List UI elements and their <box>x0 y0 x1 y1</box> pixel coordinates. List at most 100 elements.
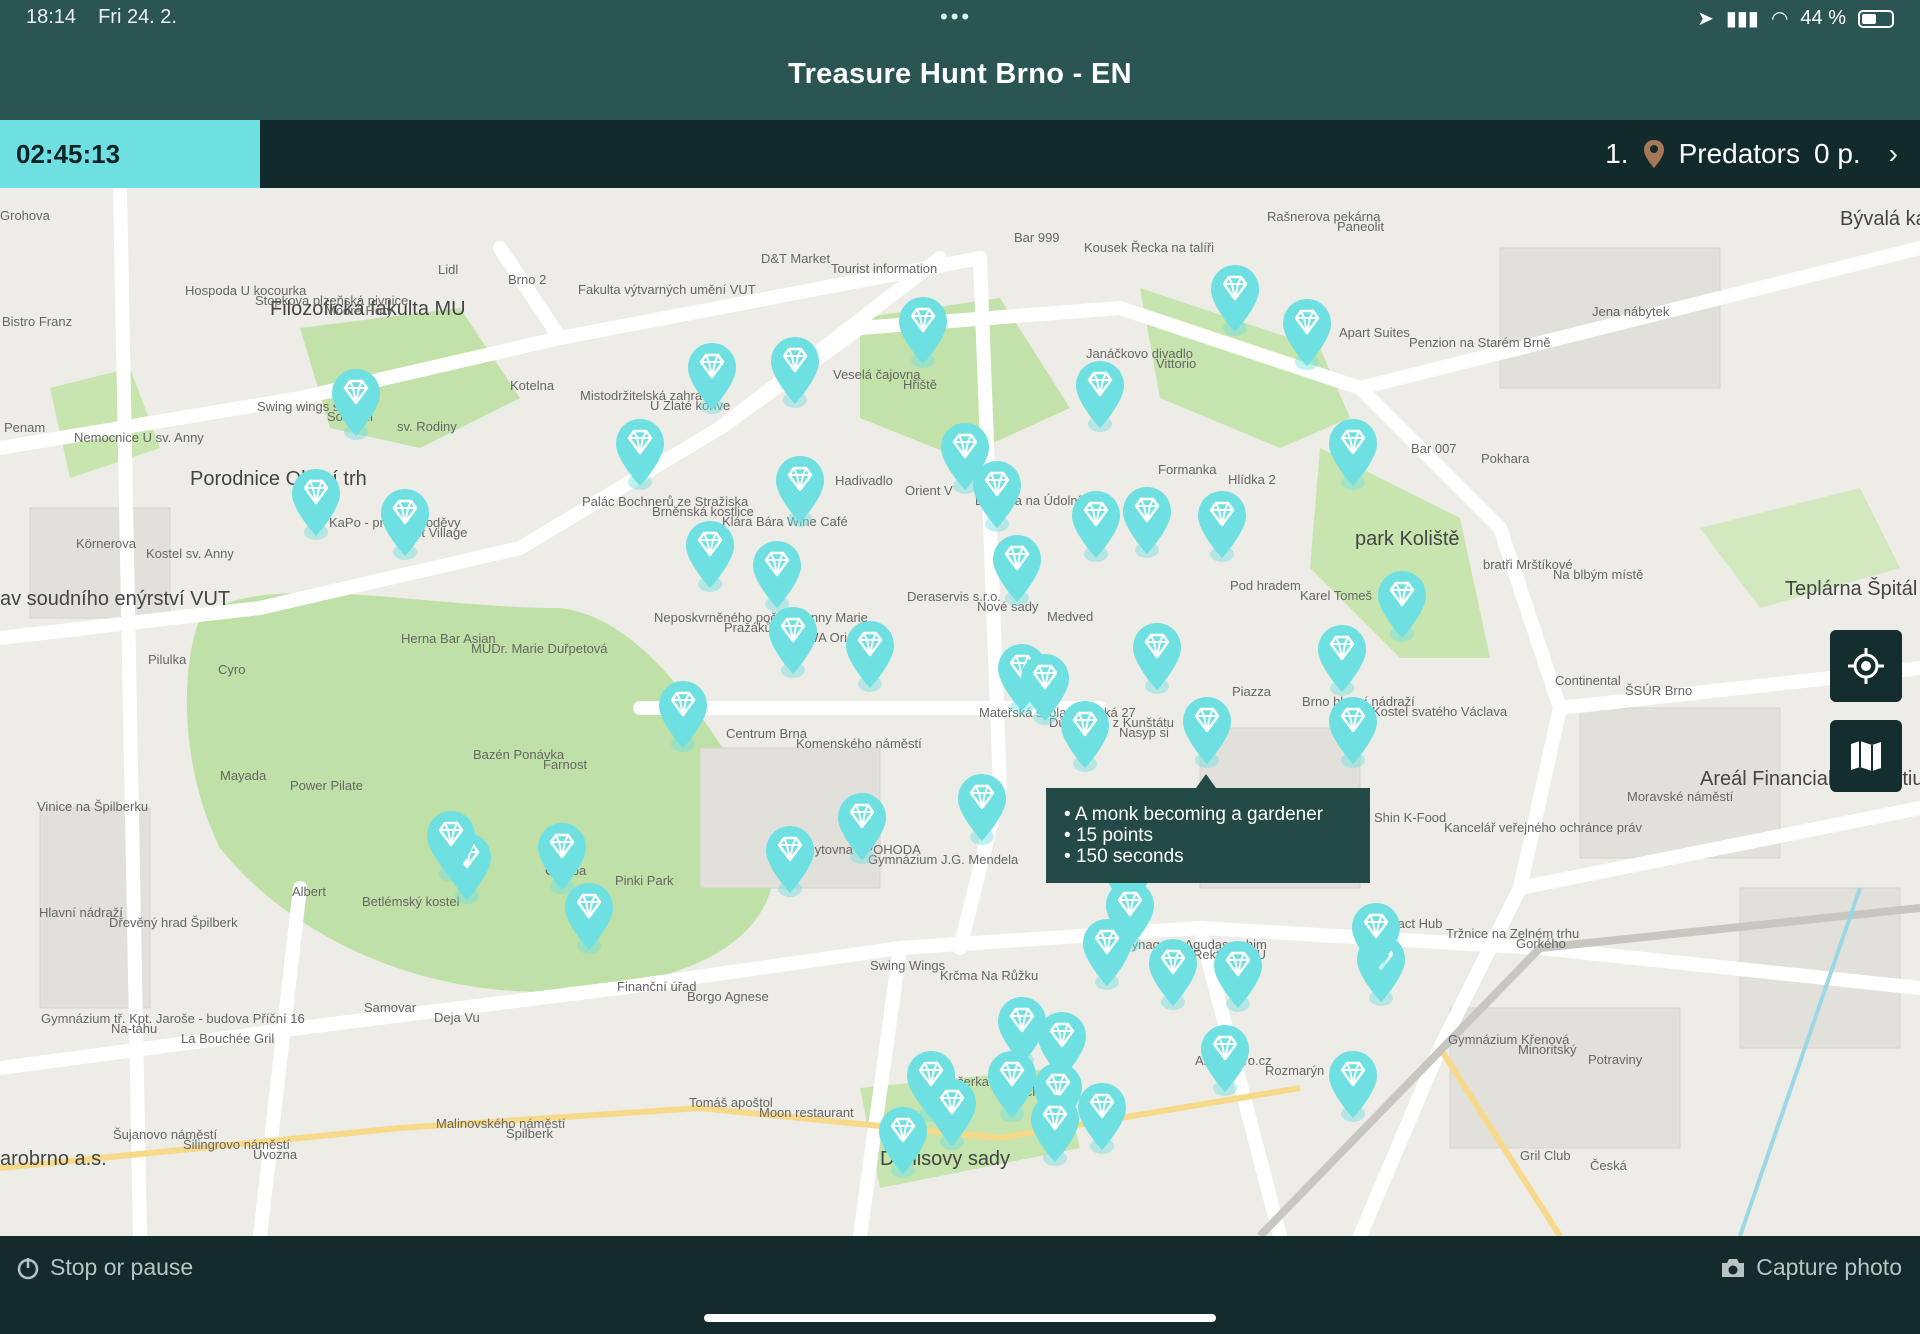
map-label: Kousek Řecka na talíři <box>1084 240 1215 255</box>
map-label: Česká <box>1590 1158 1627 1173</box>
home-indicator[interactable] <box>704 1314 1216 1322</box>
diamond-marker-icon[interactable] <box>1197 1022 1253 1098</box>
map-label: La Bouchée Gril <box>181 1031 275 1046</box>
map-label-major: park Koliště <box>1355 528 1460 550</box>
map-label: Körnerova <box>76 536 136 551</box>
map-label: Finanční úřad <box>617 979 697 994</box>
stop-or-pause-button[interactable]: Stop or pause <box>16 1254 193 1281</box>
diamond-marker-icon[interactable] <box>834 790 890 866</box>
map-label: Swing Wings <box>870 958 946 973</box>
map-label: Penam <box>4 420 46 435</box>
diamond-marker-icon[interactable] <box>924 1076 980 1152</box>
diamond-marker-icon[interactable] <box>762 823 818 899</box>
map-label: Rašnerova pekárna <box>1267 209 1381 224</box>
wifi-icon: ◠ <box>1770 8 1789 30</box>
team-pin-icon <box>1643 140 1664 168</box>
diamond-marker-icon[interactable] <box>1207 262 1263 338</box>
diamond-marker-icon[interactable] <box>328 366 384 442</box>
diamond-marker-icon[interactable] <box>1079 916 1135 992</box>
diamond-marker-icon[interactable] <box>1072 358 1128 434</box>
diamond-marker-icon[interactable] <box>767 334 823 410</box>
diamond-marker-icon[interactable] <box>1325 1048 1381 1124</box>
app-root: 18:14 Fri 24. 2. ••• ➤ ▮▮▮ ◠ 44 % Treasu… <box>0 0 1920 1334</box>
map-label: Shin K-Food <box>1374 810 1447 825</box>
diamond-marker-icon[interactable] <box>423 808 479 884</box>
map-layers-button[interactable] <box>1830 720 1902 792</box>
diamond-marker-icon[interactable] <box>1057 698 1113 774</box>
diamond-marker-icon[interactable] <box>655 678 711 754</box>
map-label: Komenského náměstí <box>796 736 922 751</box>
map-label: Dřevěný hrad Špilberk <box>109 915 238 930</box>
diamond-marker-icon[interactable] <box>969 458 1025 534</box>
map-label: Herna Bar Asian <box>401 631 496 646</box>
diamond-marker-icon[interactable] <box>749 538 805 614</box>
diamond-marker-icon[interactable] <box>1325 416 1381 492</box>
status-date: Fri 24. 2. <box>98 6 177 28</box>
map-label: Moravské náměstí <box>1627 789 1734 804</box>
locate-button[interactable] <box>1830 630 1902 702</box>
diamond-marker-icon[interactable] <box>765 604 821 680</box>
diamond-marker-icon[interactable] <box>875 1104 931 1180</box>
map-icon <box>1851 741 1881 771</box>
map-label: Gril Club <box>1520 1148 1571 1163</box>
map-label-major: Teplárna Špitál <box>1785 578 1918 600</box>
map-label: Moon restaurant <box>759 1105 854 1120</box>
map-label-major: arobrno a.s. <box>0 1148 107 1170</box>
diamond-marker-icon[interactable] <box>1179 694 1235 770</box>
multitasking-dots[interactable]: ••• <box>940 4 972 30</box>
map-label: Piazza <box>1232 684 1272 699</box>
diamond-marker-icon[interactable] <box>895 294 951 370</box>
map-label-major: Bývalá kázn <box>1840 208 1920 230</box>
map-label: Rozmarýn <box>1265 1063 1325 1078</box>
map-label: sv. Rodiny <box>397 419 457 434</box>
camera-icon <box>1722 1258 1745 1277</box>
team-score-link[interactable]: 1. Predators 0 p. › <box>1605 120 1898 188</box>
diamond-marker-icon[interactable] <box>842 618 898 694</box>
map-label: Cyro <box>218 662 246 677</box>
diamond-marker-icon[interactable] <box>1348 900 1404 976</box>
tooltip-duration: 150 seconds <box>1064 846 1352 867</box>
map-label: Deja Vu <box>434 1010 480 1025</box>
diamond-marker-icon[interactable] <box>1129 620 1185 696</box>
map-label: Tomáš apoštol <box>689 1095 773 1110</box>
team-name: Predators <box>1678 138 1800 169</box>
diamond-marker-icon[interactable] <box>1374 568 1430 644</box>
diamond-marker-icon[interactable] <box>377 486 433 562</box>
map-label: Grohova <box>0 208 50 223</box>
team-rank: 1. <box>1605 138 1629 169</box>
power-icon <box>17 1257 39 1279</box>
map-label: Formanka <box>1158 462 1217 477</box>
diamond-marker-icon[interactable] <box>1325 694 1381 770</box>
diamond-marker-icon[interactable] <box>682 518 738 594</box>
diamond-marker-icon[interactable] <box>1194 488 1250 564</box>
diamond-marker-icon[interactable] <box>612 416 668 492</box>
diamond-marker-icon[interactable] <box>1119 484 1175 560</box>
map-label: Karel Tomeš <box>1300 588 1373 603</box>
capture-photo-button[interactable]: Capture photo <box>1720 1254 1902 1281</box>
diamond-marker-icon[interactable] <box>1314 622 1370 698</box>
diamond-marker-icon[interactable] <box>288 466 344 542</box>
status-bar-left: 18:14 Fri 24. 2. <box>26 6 177 29</box>
diamond-marker-icon[interactable] <box>1210 938 1266 1014</box>
map-label: Mayada <box>220 768 267 783</box>
map-label: Continental <box>1555 673 1621 688</box>
map-label: Kancelář veřejného ochránce práv <box>1444 820 1643 835</box>
diamond-marker-icon[interactable] <box>989 532 1045 608</box>
map-label-major: av soudního enýrství VUT <box>0 588 231 610</box>
locate-icon <box>1848 648 1884 684</box>
diamond-marker-icon[interactable] <box>1074 1080 1130 1156</box>
diamond-marker-icon[interactable] <box>561 880 617 956</box>
map-label: Hlavní nádraží <box>39 905 123 920</box>
diamond-marker-icon[interactable] <box>1068 488 1124 564</box>
map-label: Hadivadlo <box>835 473 893 488</box>
map-label: Kotelna <box>510 378 555 393</box>
diamond-marker-icon[interactable] <box>684 340 740 416</box>
map-label: Tourist information <box>831 261 938 276</box>
capture-photo-label: Capture photo <box>1756 1254 1902 1280</box>
diamond-marker-icon[interactable] <box>1145 936 1201 1012</box>
diamond-marker-icon[interactable] <box>1279 296 1335 372</box>
diamond-marker-icon[interactable] <box>954 771 1010 847</box>
map-label: Gymnázium Křenová <box>1448 1032 1570 1047</box>
map-view[interactable]: Filozofická fakulta MU Porodnice Obilní t… <box>0 188 1920 1236</box>
diamond-marker-icon[interactable] <box>772 453 828 529</box>
